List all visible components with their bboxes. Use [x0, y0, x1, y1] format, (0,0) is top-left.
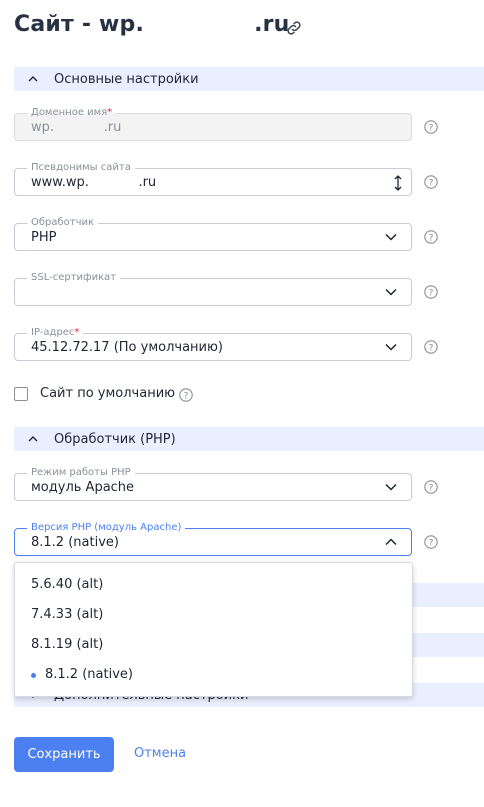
section-title: Обработчик (PHP)	[54, 431, 176, 447]
chevron-down-icon	[385, 483, 397, 491]
help-icon[interactable]: ?	[179, 388, 193, 402]
chevron-up-icon	[28, 436, 38, 442]
handler-label: Обработчик	[27, 216, 99, 230]
dropdown-option[interactable]: 8.1.19 (alt)	[31, 637, 103, 652]
handler-value: PHP	[31, 230, 57, 245]
php-version-select[interactable]: Версия PHP (модуль Apache) 8.1.2 (native…	[14, 521, 412, 556]
help-icon[interactable]: ?	[424, 175, 438, 189]
section-php-handler[interactable]: Обработчик (PHP)	[14, 427, 484, 451]
ssl-select[interactable]: SSL-сертификат	[14, 271, 412, 306]
svg-text:?: ?	[429, 288, 434, 298]
ip-label: IP-адрес*	[27, 326, 84, 340]
help-icon[interactable]: ?	[424, 120, 438, 134]
page-title: Сайт - wp. .ru	[14, 12, 290, 37]
chevron-up-icon	[385, 538, 397, 546]
svg-text:?: ?	[429, 538, 434, 548]
section-title: Основные настройки	[54, 71, 199, 87]
domain-label: Доменное имя*	[27, 106, 117, 120]
aliases-field[interactable]: Псевдонимы сайта www.wp. .ru	[14, 161, 412, 196]
help-icon[interactable]: ?	[424, 535, 438, 549]
selected-dot-icon	[31, 673, 36, 678]
default-site-checkbox[interactable]	[14, 387, 28, 401]
help-icon[interactable]: ?	[424, 480, 438, 494]
resize-arrows-icon[interactable]	[393, 174, 403, 192]
handler-select[interactable]: Обработчик PHP	[14, 216, 412, 251]
chevron-up-icon	[28, 76, 38, 82]
cancel-link[interactable]: Отмена	[134, 746, 186, 761]
svg-text:?: ?	[429, 343, 434, 353]
chevron-down-icon	[385, 288, 397, 296]
section-basic-settings[interactable]: Основные настройки	[14, 67, 484, 91]
svg-text:?: ?	[429, 233, 434, 243]
php-mode-select[interactable]: Режим работы PHP модуль Apache	[14, 466, 412, 501]
link-icon[interactable]	[285, 19, 303, 37]
svg-text:?: ?	[429, 178, 434, 188]
php-mode-value: модуль Apache	[31, 480, 135, 495]
help-icon[interactable]: ?	[424, 285, 438, 299]
ip-select[interactable]: IP-адрес* 45.12.72.17 (По умолчанию)	[14, 326, 412, 361]
dropdown-option-selected[interactable]: 8.1.2 (native)	[45, 667, 133, 682]
php-mode-label: Режим работы PHP	[27, 466, 135, 480]
php-version-value: 8.1.2 (native)	[31, 535, 119, 550]
svg-text:?: ?	[429, 483, 434, 493]
aliases-label: Псевдонимы сайта	[27, 161, 135, 175]
php-version-label: Версия PHP (модуль Apache)	[27, 521, 186, 535]
help-icon[interactable]: ?	[424, 340, 438, 354]
default-site-label[interactable]: Сайт по умолчанию	[40, 386, 175, 401]
ssl-label: SSL-сертификат	[27, 271, 121, 285]
aliases-value: www.wp. .ru	[31, 175, 157, 190]
domain-value: wp. .ru	[31, 120, 122, 135]
save-button[interactable]: Сохранить	[14, 737, 114, 772]
chevron-down-icon	[385, 343, 397, 351]
dropdown-option[interactable]: 5.6.40 (alt)	[31, 577, 103, 592]
dropdown-option[interactable]: 7.4.33 (alt)	[31, 607, 103, 622]
ip-value: 45.12.72.17 (По умолчанию)	[31, 340, 224, 355]
help-icon[interactable]: ?	[424, 230, 438, 244]
svg-text:?: ?	[184, 391, 189, 401]
chevron-down-icon	[385, 233, 397, 241]
domain-field: Доменное имя* wp. .ru	[14, 106, 412, 141]
php-version-dropdown: 5.6.40 (alt) 7.4.33 (alt) 8.1.19 (alt) 8…	[14, 562, 413, 697]
svg-text:?: ?	[429, 123, 434, 133]
